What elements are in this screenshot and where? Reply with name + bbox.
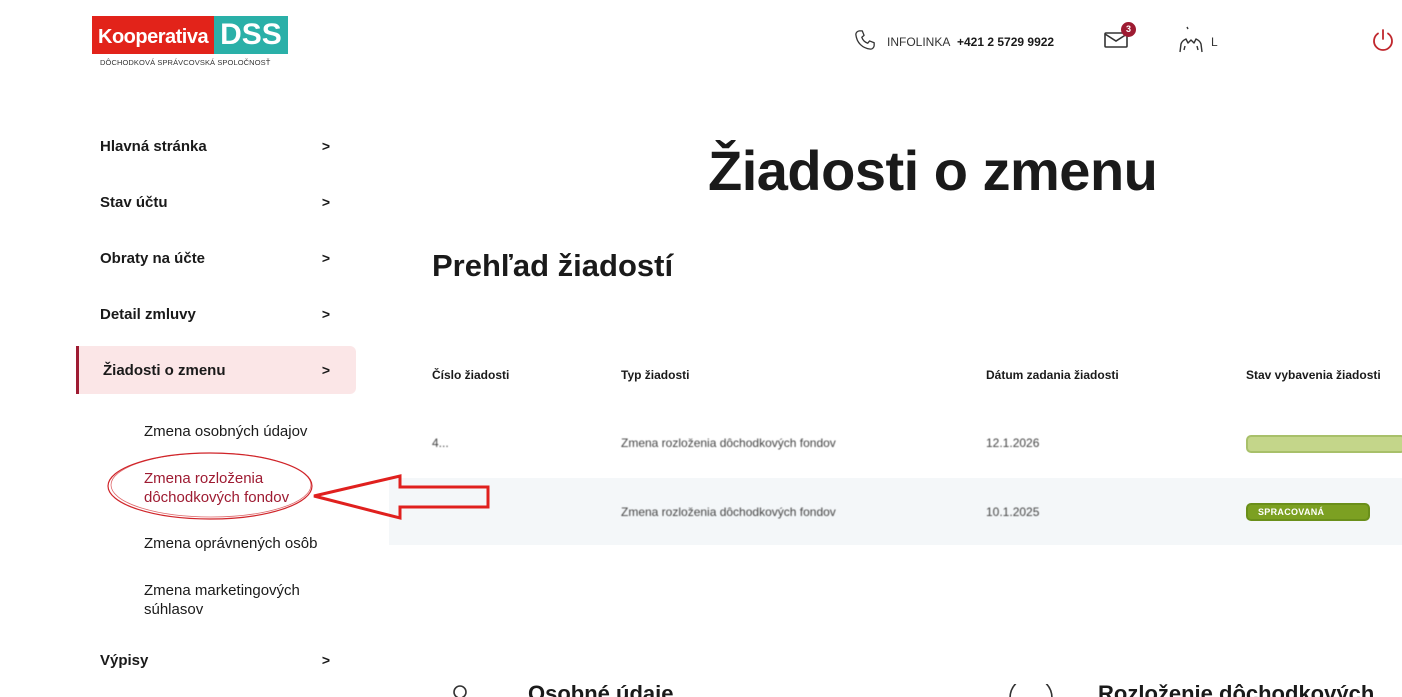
table-header-typ: Typ žiadosti [621,368,690,382]
chevron-right-icon: > [321,362,330,378]
status-badge: SPRACOVANÁ [1246,503,1370,521]
chevron-right-icon: > [321,306,330,322]
request-type: Zmena rozloženia dôchodkových fondov [621,505,836,519]
submenu-item-zmena-marketingovych-suhlasov[interactable]: Zmena marketingových súhlasov [144,581,324,619]
table-header-datum: Dátum zadania žiadosti [986,368,1119,382]
user-icon [1179,26,1203,53]
request-date: 12.1.2026 [986,436,1040,450]
submenu-item-zmena-osobnych-udajov[interactable]: Zmena osobných údajov [144,422,307,441]
card-title-rozlozenie[interactable]: Rozloženie dôchodkových [1098,681,1374,697]
table-header-cislo: Číslo žiadosti [432,368,510,382]
submenu-item-zmena-rozlozenia-fondov[interactable]: Zmena rozloženia dôchodkových fondov [144,469,314,507]
section-title: Prehľad žiadostí [432,248,674,283]
table-header-stav: Stav vybavenia žiadosti [1246,368,1381,382]
chevron-right-icon: > [321,194,330,210]
sidebar-item-label: Detail zmluvy [100,305,196,323]
logo-subtitle: DÔCHODKOVÁ SPRÁVCOVSKÁ SPOLOČNOSŤ [100,58,271,67]
sidebar-item-label: Hlavná stránka [100,137,207,155]
sidebar-item-stav-uctu[interactable]: Stav účtu > [76,178,356,226]
infolinka-number[interactable]: +421 2 5729 9922 [957,35,1054,49]
chart-circle-icon [1009,684,1053,697]
header-toolbar: INFOLINKA +421 2 5729 9922 3 L [0,22,1402,56]
mail-count-badge: 3 [1121,22,1136,37]
request-type: Zmena rozloženia dôchodkových fondov [621,436,836,450]
chevron-right-icon: > [321,138,330,154]
logout-power-icon[interactable] [1371,28,1395,52]
sidebar-item-label: Stav účtu [100,193,168,211]
sidebar-item-label: Žiadosti o zmenu [103,361,226,379]
chevron-right-icon: > [321,652,330,668]
sidebar-item-vypisy[interactable]: Výpisy > [76,636,356,684]
status-badge [1246,435,1402,453]
submenu-item-zmena-opravnenych-osob[interactable]: Zmena oprávnených osôb [144,534,317,553]
sidebar-item-obraty-na-ucte[interactable]: Obraty na účte > [76,234,356,282]
sidebar-item-label: Výpisy [100,651,149,669]
sidebar-item-detail-zmluvy[interactable]: Detail zmluvy > [76,290,356,338]
phone-icon [855,30,875,50]
sidebar-item-ziadosti-o-zmenu[interactable]: Žiadosti o zmenu > [76,346,356,394]
sidebar-item-label: Obraty na účte [100,249,206,267]
card-title-osobne-udaje[interactable]: Osobné údaje [528,681,673,697]
page-title: Žiadosti o zmenu [708,139,1158,202]
user-name: L [1211,35,1218,49]
sidebar-nav: Hlavná stránka > Stav účtu > Obraty na ú… [76,122,356,669]
request-number: 4... [432,436,449,450]
infolinka-label: INFOLINKA [887,35,951,49]
request-date: 10.1.2025 [986,505,1040,519]
sidebar-item-hlavna-stranka[interactable]: Hlavná stránka > [76,122,356,170]
location-pin-icon [453,685,467,697]
chevron-right-icon: > [321,250,330,266]
